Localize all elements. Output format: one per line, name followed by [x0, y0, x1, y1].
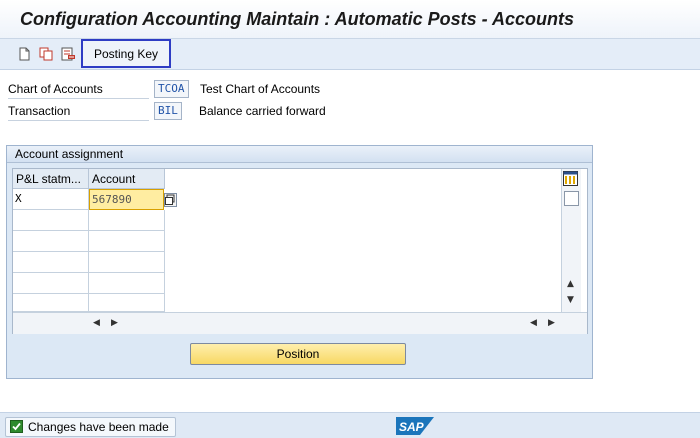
table-row-pl-statement[interactable]: X: [13, 189, 89, 210]
table-row-empty[interactable]: [89, 231, 165, 252]
position-button[interactable]: Position: [190, 343, 406, 365]
title-bar: Configuration Accounting Maintain : Auto…: [0, 0, 700, 39]
chart-of-accounts-row: Chart of Accounts TCOA Test Chart of Acc…: [8, 80, 608, 99]
account-assignment-group: Account assignment P&L statm... Account …: [6, 145, 593, 379]
main-content: Chart of Accounts TCOA Test Chart of Acc…: [0, 70, 700, 412]
status-bar: Changes have been made SAP: [0, 412, 700, 438]
success-check-icon: [10, 420, 23, 433]
transaction-field: BIL: [154, 102, 182, 120]
value-help-icon: [165, 194, 175, 205]
horizontal-scrollbar[interactable]: ◀ ▶ ◀ ▶: [13, 312, 587, 334]
column-header-account[interactable]: Account: [89, 169, 165, 189]
table-row-empty[interactable]: [89, 294, 165, 312]
page-title: Configuration Accounting Maintain : Auto…: [20, 9, 574, 29]
chart-of-accounts-description: Test Chart of Accounts: [200, 82, 321, 96]
table-row-empty[interactable]: [89, 210, 165, 231]
table-settings-icon[interactable]: [563, 171, 578, 186]
table-row-empty[interactable]: [89, 273, 165, 294]
table-row-empty[interactable]: [13, 210, 89, 231]
scroll-left-icon-2[interactable]: ◀: [530, 318, 537, 328]
scroll-right-icon[interactable]: ▶: [111, 318, 118, 328]
scroll-down-icon[interactable]: ▼: [567, 295, 574, 305]
table-row-empty[interactable]: [13, 294, 89, 312]
account-assignment-table: P&L statm... Account X 567890 ▲ ▼ ◀ ▶ ◀ …: [12, 168, 588, 334]
scroll-up-icon[interactable]: ▲: [567, 279, 574, 289]
scroll-right-icon-2[interactable]: ▶: [548, 318, 555, 328]
posting-key-button[interactable]: Posting Key: [81, 39, 171, 68]
account-input[interactable]: 567890: [89, 189, 164, 210]
row-select-checkbox[interactable]: [564, 191, 579, 206]
application-toolbar: Posting Key: [0, 39, 700, 70]
table-row-empty[interactable]: [13, 252, 89, 273]
account-assignment-title: Account assignment: [7, 146, 592, 163]
value-help-button[interactable]: [164, 193, 177, 207]
transaction-description: Balance carried forward: [199, 104, 326, 118]
transaction-row: Transaction BIL Balance carried forward: [8, 102, 608, 121]
table-row-empty[interactable]: [13, 273, 89, 294]
table-row-empty[interactable]: [13, 231, 89, 252]
scroll-left-icon[interactable]: ◀: [93, 318, 100, 328]
delete-icon[interactable]: [61, 47, 75, 61]
vertical-scrollbar[interactable]: ▲ ▼: [561, 169, 581, 312]
new-document-icon[interactable]: [17, 47, 31, 61]
transaction-label: Transaction: [8, 104, 71, 118]
chart-of-accounts-field: TCOA: [154, 80, 189, 98]
chart-of-accounts-label: Chart of Accounts: [8, 82, 103, 96]
table-row-empty[interactable]: [89, 252, 165, 273]
status-message-text: Changes have been made: [28, 420, 169, 434]
status-message[interactable]: Changes have been made: [5, 417, 176, 437]
copy-icon[interactable]: [39, 47, 53, 61]
svg-text:SAP: SAP: [399, 420, 425, 434]
sap-logo: SAP: [396, 417, 434, 435]
column-header-pl-statement[interactable]: P&L statm...: [13, 169, 89, 189]
